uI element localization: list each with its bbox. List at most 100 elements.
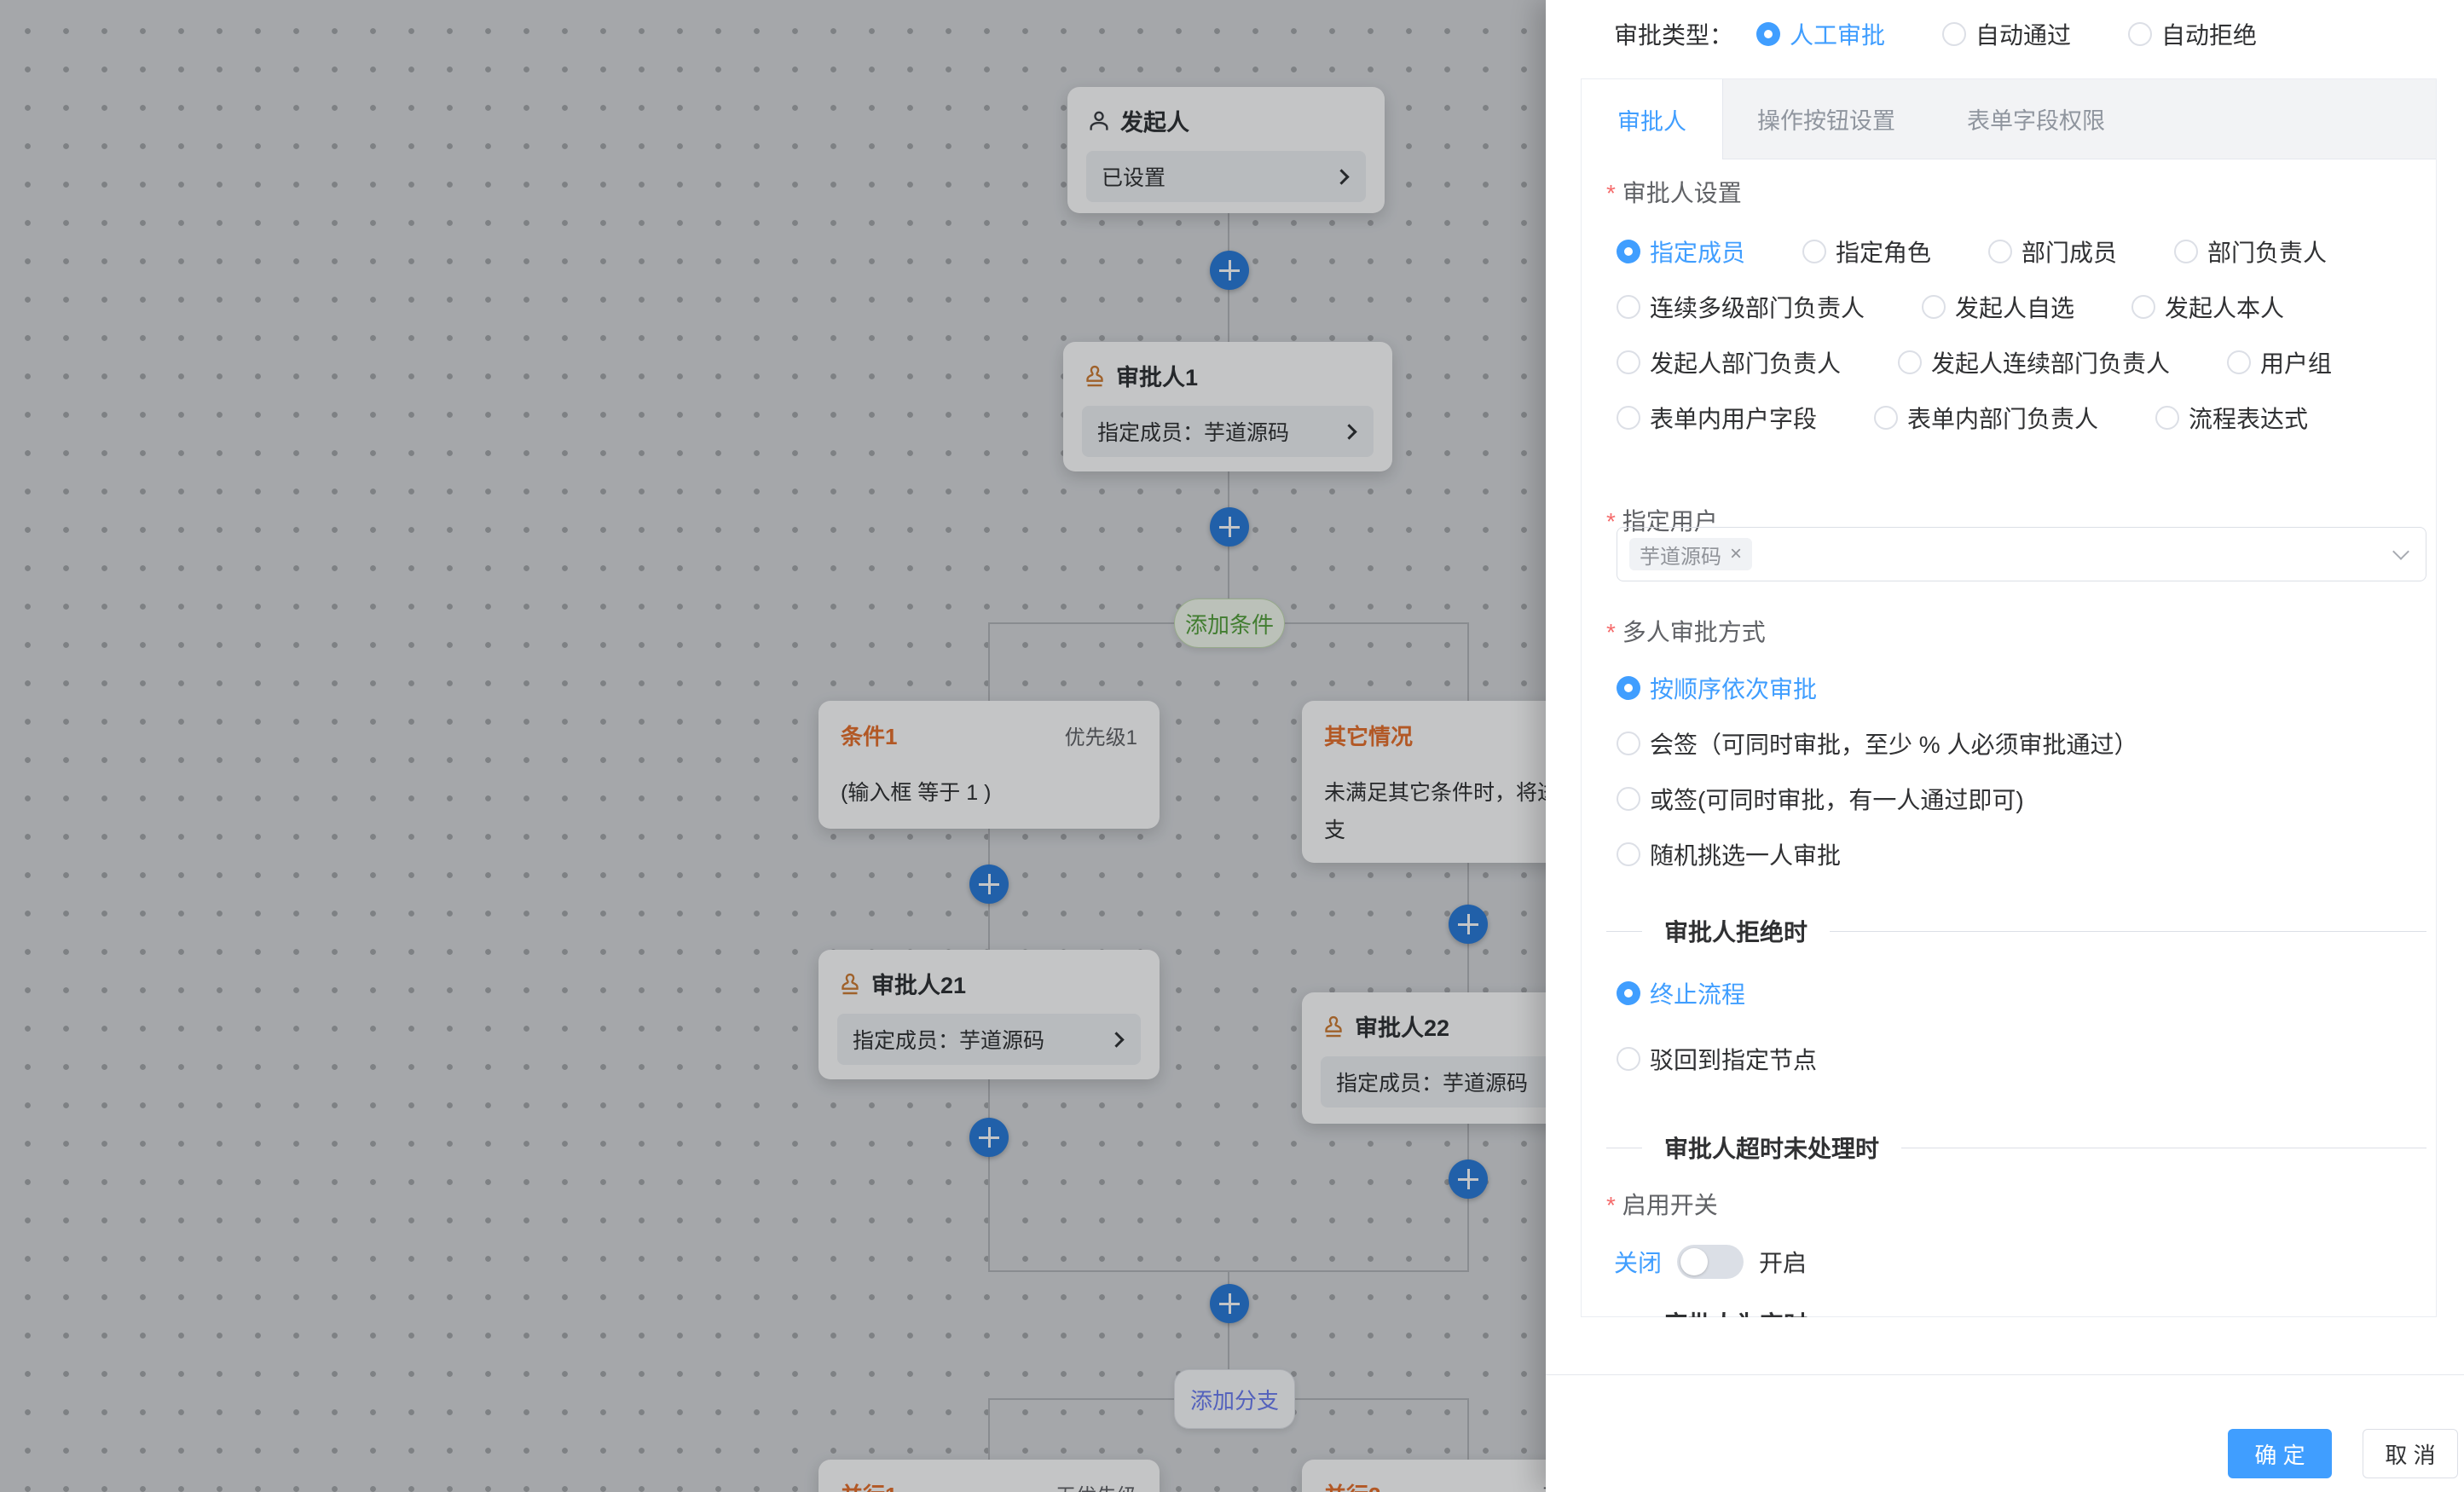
radio-icon	[1617, 240, 1640, 263]
approver-setting-row2: 连续多级部门负责人 发起人自选 发起人本人	[1617, 291, 2284, 323]
tab-action-buttons[interactable]: 操作按钮设置	[1757, 102, 1895, 136]
radio-form-user-field[interactable]: 表单内用户字段	[1617, 402, 1817, 434]
radio-icon	[1617, 295, 1640, 319]
radio-icon	[1617, 732, 1640, 755]
node-content-text: 指定成员：芋道源码	[1097, 416, 1289, 447]
radio-countersign[interactable]: 会签（可同时审批，至少 % 人必须审批通过）	[1617, 727, 2137, 760]
radio-sequential-approval[interactable]: 按顺序依次审批	[1617, 672, 1817, 704]
node-content-row[interactable]: 指定成员：芋道源码	[1082, 406, 1374, 457]
stamp-icon	[1321, 1014, 1346, 1039]
radio-return-to-node[interactable]: 驳回到指定节点	[1617, 1043, 1817, 1075]
radio-user-group[interactable]: 用户组	[2227, 346, 2332, 379]
condition-title: 其它情况	[1324, 720, 1413, 751]
connector-line	[988, 622, 990, 703]
radio-manual-approval[interactable]: 人工审批	[1756, 18, 1885, 50]
add-branch-button[interactable]: 添加分支	[1174, 1369, 1295, 1429]
add-node-button[interactable]	[1449, 905, 1488, 944]
radio-assigned-role[interactable]: 指定角色	[1802, 235, 1931, 268]
node-content-row[interactable]: 指定成员：芋道源码	[837, 1014, 1141, 1065]
approver-setting-row3: 发起人部门负责人 发起人连续部门负责人 用户组	[1617, 346, 2332, 379]
node-content-row[interactable]: 已设置	[1086, 151, 1366, 202]
switch-on-label: 开启	[1759, 1245, 1807, 1279]
radio-icon	[2227, 350, 2251, 374]
radio-multi-level-dept-leader[interactable]: 连续多级部门负责人	[1617, 291, 1865, 323]
radio-initiator-multi-dept-leader[interactable]: 发起人连续部门负责人	[1898, 346, 2170, 379]
add-node-button[interactable]	[1449, 1159, 1488, 1199]
add-node-button[interactable]	[969, 865, 1009, 904]
node-title: 发起人	[1120, 104, 1189, 137]
node-title: 审批人1	[1116, 359, 1198, 392]
switch-off-label: 关闭	[1614, 1245, 1662, 1279]
node-parallel1[interactable]: 并行1 无优先级	[818, 1460, 1160, 1492]
condition-priority: 优先级1	[1065, 720, 1137, 750]
add-branch-label: 添加分支	[1190, 1384, 1279, 1415]
radio-icon	[1922, 295, 1946, 319]
radio-icon	[1756, 22, 1780, 46]
clipped-next-section: 审批人为空时	[1606, 1306, 2426, 1317]
radio-icon	[1617, 350, 1640, 374]
tab-form-field-permission[interactable]: 表单字段权限	[1967, 102, 2105, 136]
radio-initiator-choose[interactable]: 发起人自选	[1922, 291, 2074, 323]
radio-random-one[interactable]: 随机挑选一人审批	[1617, 838, 1841, 870]
node-content-text: 指定成员：芋道源码	[853, 1024, 1044, 1055]
selected-user-tag: 芋道源码 ×	[1629, 538, 1752, 570]
radio-form-dept-leader[interactable]: 表单内部门负责人	[1874, 402, 2098, 434]
add-node-button[interactable]	[1210, 1284, 1249, 1323]
chevron-down-icon	[2392, 543, 2409, 560]
connector-line	[1467, 1398, 1469, 1461]
approver-config-drawer: 审批类型： 人工审批 自动通过 自动拒绝 审批人 操作按钮设置 表单字段权限 审…	[1546, 0, 2464, 1492]
radio-auto-pass[interactable]: 自动通过	[1942, 18, 2071, 50]
chevron-right-icon	[1341, 424, 1356, 439]
approver-setting-label: 审批人设置	[1606, 175, 1742, 209]
node-initiator[interactable]: 发起人 已设置	[1067, 87, 1385, 213]
confirm-button[interactable]: 确 定	[2228, 1429, 2332, 1478]
approval-type-row: 审批类型： 人工审批 自动通过 自动拒绝	[1614, 14, 2257, 55]
stamp-icon	[1082, 363, 1108, 389]
radio-icon	[1617, 406, 1640, 430]
timeout-switch-row: 关闭 开启	[1614, 1243, 1807, 1281]
assign-user-select[interactable]: 芋道源码 ×	[1617, 527, 2426, 581]
radio-initiator-self[interactable]: 发起人本人	[2131, 291, 2284, 323]
add-node-button[interactable]	[1210, 507, 1249, 546]
timeout-section-divider: 审批人超时未处理时	[1606, 1131, 2426, 1165]
footer-divider	[1546, 1374, 2464, 1375]
add-condition-button[interactable]: 添加条件	[1174, 599, 1285, 648]
chevron-right-icon	[1333, 169, 1349, 184]
radio-icon	[2128, 22, 2152, 46]
chevron-right-icon	[1108, 1032, 1124, 1047]
tab-bar: 审批人 操作按钮设置 表单字段权限	[1582, 79, 2436, 159]
radio-orsign[interactable]: 或签(可同时审批，有一人通过即可)	[1617, 783, 2024, 815]
radio-icon	[1874, 406, 1898, 430]
radio-icon	[1617, 676, 1640, 700]
node-approver1[interactable]: 审批人1 指定成员：芋道源码	[1063, 342, 1392, 471]
radio-icon	[1617, 1047, 1640, 1071]
node-condition1[interactable]: 条件1 优先级1 (输入框 等于 1 )	[818, 701, 1160, 829]
radio-icon	[1988, 240, 2012, 263]
reject-section-divider: 审批人拒绝时	[1606, 914, 2426, 948]
cancel-button[interactable]: 取 消	[2363, 1429, 2458, 1478]
stamp-icon	[837, 971, 863, 997]
condition-expression: (输入框 等于 1 )	[841, 775, 1137, 813]
empty-section-divider: 审批人为空时	[1606, 1306, 2426, 1317]
condition-title: 条件1	[841, 720, 897, 751]
radio-terminate-process[interactable]: 终止流程	[1617, 977, 1745, 1009]
radio-dept-member[interactable]: 部门成员	[1988, 235, 2117, 268]
radio-assigned-member[interactable]: 指定成员	[1617, 235, 1745, 268]
radio-auto-reject[interactable]: 自动拒绝	[2128, 18, 2257, 50]
tab-approver[interactable]: 审批人	[1582, 79, 1723, 159]
radio-icon	[2155, 406, 2179, 430]
add-node-button[interactable]	[1210, 251, 1249, 290]
node-content-text: 已设置	[1102, 161, 1165, 192]
node-approver21[interactable]: 审批人21 指定成员：芋道源码	[818, 950, 1160, 1079]
radio-icon	[1898, 350, 1922, 374]
approver-setting-row1: 指定成员 指定角色 部门成员 部门负责人	[1617, 235, 2327, 268]
radio-initiator-dept-leader[interactable]: 发起人部门负责人	[1617, 346, 1841, 379]
approval-type-label: 审批类型：	[1614, 17, 1733, 51]
radio-icon	[2174, 240, 2198, 263]
radio-process-expression[interactable]: 流程表达式	[2155, 402, 2308, 434]
radio-dept-leader[interactable]: 部门负责人	[2174, 235, 2327, 268]
person-icon	[1086, 108, 1112, 134]
timeout-toggle[interactable]	[1677, 1245, 1744, 1279]
add-node-button[interactable]	[969, 1118, 1009, 1157]
tag-close-icon[interactable]: ×	[1730, 544, 1742, 564]
